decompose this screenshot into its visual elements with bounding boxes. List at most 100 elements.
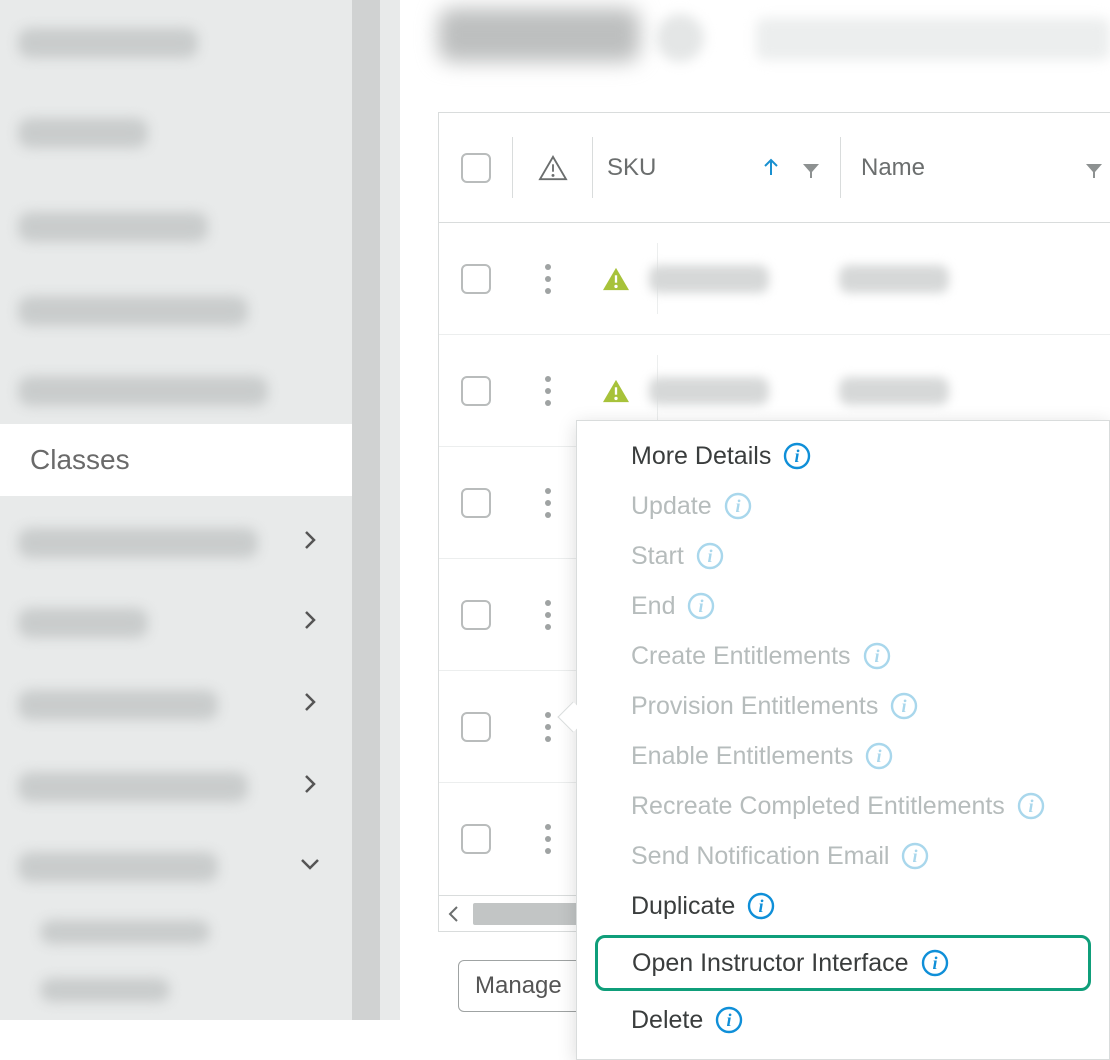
- redacted-text: [839, 377, 949, 405]
- info-icon: i: [1017, 792, 1045, 820]
- svg-text:i: i: [735, 496, 740, 516]
- row-context-menu: More DetailsiUpdateiStartiEndiCreate Ent…: [576, 420, 1110, 1060]
- row-name-cell: [839, 223, 1110, 334]
- svg-text:i: i: [759, 896, 764, 916]
- row-checkbox[interactable]: [461, 712, 491, 742]
- svg-text:i: i: [913, 846, 918, 866]
- page-title-right-blur: [756, 18, 1110, 60]
- ctx-item-label: Open Instructor Interface: [632, 948, 909, 978]
- scroll-left-icon[interactable]: [439, 896, 469, 932]
- ctx-item-update: Updatei: [577, 481, 1109, 531]
- ctx-item-label: Create Entitlements: [631, 641, 851, 671]
- kebab-menu-icon[interactable]: [545, 600, 551, 630]
- row-checkbox-cell: [439, 335, 513, 446]
- ctx-item-open-instructor-interface[interactable]: Open Instructor Interface i: [595, 935, 1091, 991]
- sidebar-gutter-inner: [380, 0, 400, 1020]
- col-name[interactable]: Name: [841, 113, 1110, 222]
- svg-text:i: i: [795, 446, 800, 466]
- row-checkbox[interactable]: [461, 488, 491, 518]
- filter-icon[interactable]: [1084, 161, 1104, 181]
- sort-asc-icon[interactable]: [759, 155, 783, 179]
- ctx-item-label: Delete: [631, 1005, 703, 1035]
- chevron-right-icon[interactable]: [298, 690, 322, 714]
- kebab-menu-icon[interactable]: [545, 264, 551, 294]
- ctx-item-more-details[interactable]: More Detailsi: [577, 431, 1109, 481]
- chevron-down-icon[interactable]: [298, 852, 322, 876]
- row-menu-cell: [513, 559, 583, 670]
- info-icon: i: [687, 592, 715, 620]
- chevron-right-icon[interactable]: [298, 608, 322, 632]
- svg-text:i: i: [1028, 796, 1033, 816]
- redacted-text: [839, 265, 949, 293]
- col-status: [513, 113, 593, 222]
- sidebar: Classes: [0, 0, 352, 1020]
- warning-icon: [538, 155, 568, 181]
- redacted-text: [649, 265, 769, 293]
- kebab-menu-icon[interactable]: [545, 824, 551, 854]
- table-header: SKU Name: [439, 113, 1110, 223]
- svg-text:i: i: [877, 746, 882, 766]
- manage-button-label: Manage: [475, 972, 562, 1000]
- info-icon: i: [747, 892, 775, 920]
- ctx-item-enable-entitlements: Enable Entitlements i: [577, 731, 1109, 781]
- kebab-menu-icon[interactable]: [545, 376, 551, 406]
- ctx-item-end: End i: [577, 581, 1109, 631]
- warning-icon: [601, 266, 631, 292]
- kebab-menu-icon[interactable]: [545, 488, 551, 518]
- ctx-item-send-notification-email: Send Notification Email i: [577, 831, 1109, 881]
- kebab-menu-icon[interactable]: [545, 712, 551, 742]
- ctx-item-duplicate[interactable]: Duplicatei: [577, 881, 1109, 931]
- ctx-item-create-entitlements: Create Entitlements i: [577, 631, 1109, 681]
- col-sku-label: SKU: [607, 154, 656, 182]
- ctx-item-label: Send Notification Email: [631, 841, 889, 871]
- sidebar-item-label: Classes: [30, 444, 130, 476]
- info-icon: i: [901, 842, 929, 870]
- scrollbar-thumb[interactable]: [473, 903, 579, 925]
- info-icon: i: [696, 542, 724, 570]
- info-icon: i: [921, 949, 949, 977]
- col-checkbox: [439, 113, 513, 222]
- row-checkbox[interactable]: [461, 600, 491, 630]
- ctx-item-label: Recreate Completed Entitlements: [631, 791, 1005, 821]
- row-status-cell: [583, 223, 649, 334]
- col-name-label: Name: [861, 154, 925, 182]
- row-menu-cell: [513, 335, 583, 446]
- row-checkbox-cell: [439, 223, 513, 334]
- sidebar-item-classes[interactable]: Classes: [0, 424, 352, 496]
- ctx-item-delete[interactable]: Delete i: [577, 995, 1109, 1045]
- info-icon: i: [783, 442, 811, 470]
- select-all-checkbox[interactable]: [461, 153, 491, 183]
- svg-text:i: i: [699, 596, 704, 616]
- chevron-right-icon[interactable]: [298, 528, 322, 552]
- info-icon: i: [724, 492, 752, 520]
- svg-text:i: i: [727, 1010, 732, 1030]
- page-title-blur: [438, 8, 640, 62]
- svg-text:i: i: [902, 696, 907, 716]
- ctx-item-provision-entitlements: Provision Entitlementsi: [577, 681, 1109, 731]
- row-checkbox-cell: [439, 783, 513, 895]
- row-checkbox-cell: [439, 671, 513, 782]
- table-row: [439, 223, 1110, 335]
- col-sku[interactable]: SKU: [593, 113, 841, 222]
- row-checkbox[interactable]: [461, 264, 491, 294]
- info-icon: i: [863, 642, 891, 670]
- row-checkbox[interactable]: [461, 376, 491, 406]
- row-menu-cell: [513, 447, 583, 558]
- ctx-item-label: End: [631, 591, 675, 621]
- chevron-right-icon[interactable]: [298, 772, 322, 796]
- svg-text:i: i: [932, 953, 937, 973]
- ctx-item-label: Start: [631, 541, 684, 571]
- ctx-item-recreate-completed-entitlements: Recreate Completed Entitlements i: [577, 781, 1109, 831]
- filter-icon[interactable]: [801, 161, 821, 181]
- page-title-pill: [656, 14, 704, 62]
- row-menu-cell: [513, 783, 583, 895]
- info-icon: i: [715, 1006, 743, 1034]
- row-menu-cell: [513, 223, 583, 334]
- svg-text:i: i: [707, 546, 712, 566]
- row-checkbox-cell: [439, 559, 513, 670]
- svg-text:i: i: [874, 646, 879, 666]
- row-checkbox[interactable]: [461, 824, 491, 854]
- row-sku-cell: [649, 223, 839, 334]
- ctx-item-label: Enable Entitlements: [631, 741, 853, 771]
- ctx-item-start: Start i: [577, 531, 1109, 581]
